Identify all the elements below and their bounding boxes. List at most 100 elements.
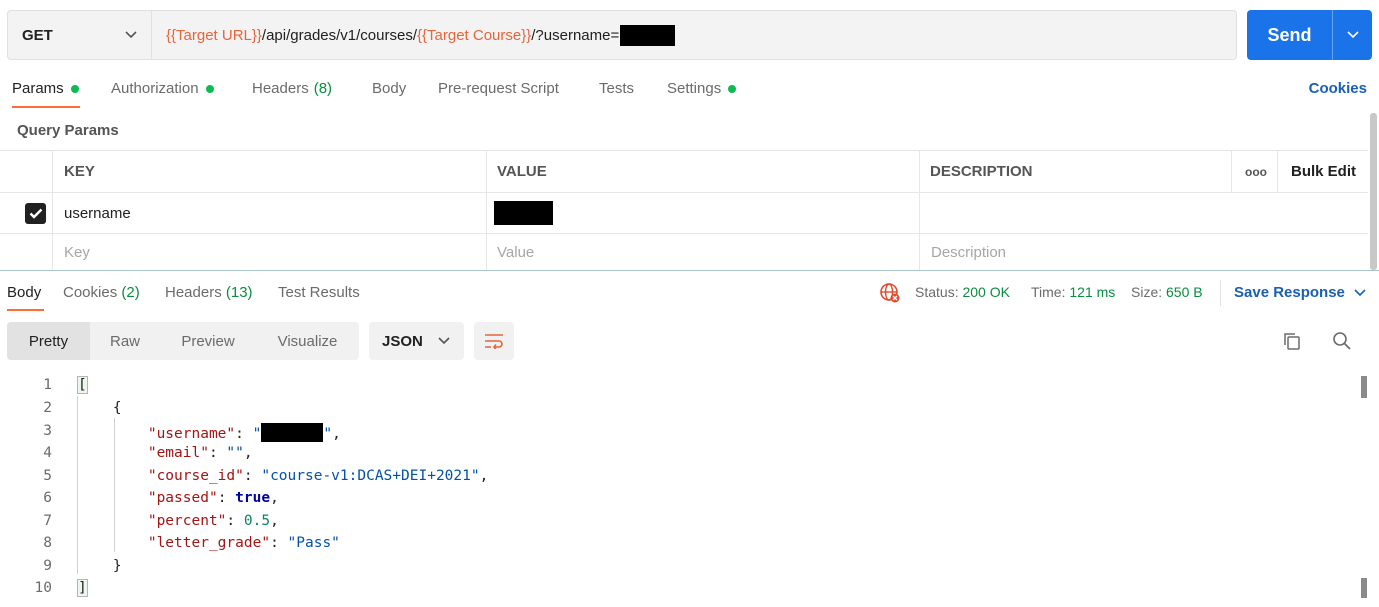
code-line: } xyxy=(78,558,122,574)
column-divider xyxy=(52,150,53,270)
bulk-edit-button[interactable]: Bulk Edit xyxy=(1291,151,1356,192)
tab-params[interactable]: Params xyxy=(12,80,79,97)
chevron-down-icon xyxy=(438,337,450,345)
table-header-row: KEY VALUE DESCRIPTION ooo Bulk Edit xyxy=(0,150,1368,193)
url-input[interactable]: {{Target URL}}/api/grades/v1/courses/{{T… xyxy=(152,11,1236,59)
param-value-cell[interactable] xyxy=(494,193,553,233)
active-tab-indicator xyxy=(7,309,44,311)
request-tabs: Params Authorization Headers (8) Body Pre… xyxy=(0,74,1379,110)
time-value[interactable]: 121 ms xyxy=(1069,284,1115,300)
status-dot-icon xyxy=(205,84,214,93)
globe-error-icon[interactable] xyxy=(879,282,901,304)
more-options-button[interactable]: ooo xyxy=(1245,151,1267,192)
column-divider xyxy=(1231,150,1232,193)
tab-settings[interactable]: Settings xyxy=(667,80,737,97)
checkbox-checked-icon xyxy=(25,202,46,224)
tab-label: Params xyxy=(12,80,64,97)
table-row: username xyxy=(0,193,1368,234)
line-number: 10 xyxy=(34,580,52,596)
send-button-group: Send xyxy=(1247,10,1372,60)
line-number: 5 xyxy=(43,468,52,484)
send-button[interactable]: Send xyxy=(1247,10,1332,60)
send-options-button[interactable] xyxy=(1332,10,1372,60)
tab-authorization[interactable]: Authorization xyxy=(111,80,214,97)
param-key-cell[interactable]: username xyxy=(64,193,131,233)
time-label: Time: xyxy=(1031,284,1066,300)
search-icon[interactable] xyxy=(1332,331,1352,351)
chevron-down-icon xyxy=(125,31,137,39)
format-select[interactable]: JSON xyxy=(369,322,464,360)
response-tab-cookies[interactable]: Cookies (2) xyxy=(63,284,140,301)
column-divider xyxy=(1277,150,1278,193)
response-time: Time: 121 ms xyxy=(1031,284,1115,300)
chevron-down-icon xyxy=(1346,31,1359,39)
params-scrollbar[interactable] xyxy=(1370,113,1377,270)
param-description-cell[interactable] xyxy=(920,193,1368,233)
table-row-new: Key Value Description xyxy=(0,234,1368,270)
tab-headers[interactable]: Headers (8) xyxy=(252,80,332,97)
redacted-block xyxy=(494,201,553,225)
line-number: 3 xyxy=(43,423,52,439)
view-mode-visualize[interactable]: Visualize xyxy=(256,322,359,360)
json-key: "email" xyxy=(147,445,209,461)
json-key: "letter_grade" xyxy=(147,535,271,551)
response-tab-test-results[interactable]: Test Results xyxy=(278,284,360,301)
redacted-block xyxy=(261,423,324,442)
line-number: 6 xyxy=(43,490,52,506)
response-size: Size: 650 B xyxy=(1131,284,1203,300)
json-value: 0.5 xyxy=(243,513,271,529)
tab-count: (2) xyxy=(121,284,140,301)
view-mode-toggle: Pretty Raw Preview Visualize xyxy=(7,322,359,360)
new-value-input[interactable]: Value xyxy=(497,234,534,270)
tab-label: Body xyxy=(372,80,407,97)
url-variable-target-url: {{Target URL}} xyxy=(166,26,262,44)
tab-tests[interactable]: Tests xyxy=(599,80,634,97)
format-label: JSON xyxy=(382,332,423,350)
copy-icon[interactable] xyxy=(1282,331,1302,351)
code-line: "course_id": "course-v1:DCAS+DEI+2021", xyxy=(147,468,489,484)
editor-scrollbar-marker[interactable] xyxy=(1361,376,1367,398)
status-label: Status: xyxy=(915,284,959,300)
cookies-link[interactable]: Cookies xyxy=(1309,80,1367,97)
tab-label: Headers xyxy=(252,80,309,97)
json-value: "" xyxy=(226,445,244,461)
tab-pre-request-script[interactable]: Pre-request Script xyxy=(438,80,559,97)
tab-body[interactable]: Body xyxy=(372,80,406,97)
tab-label: Headers xyxy=(165,284,222,301)
code-line: "letter_grade": "Pass" xyxy=(147,535,340,551)
response-tab-headers[interactable]: Headers (13) xyxy=(165,284,253,301)
param-enabled-checkbox[interactable] xyxy=(25,193,46,233)
code-line: "percent": 0.5, xyxy=(147,513,279,529)
active-tab-indicator xyxy=(12,106,80,108)
size-label: Size: xyxy=(1131,284,1163,300)
pane-divider[interactable] xyxy=(0,270,1379,271)
new-description-input[interactable]: Description xyxy=(931,234,1006,270)
response-tab-body[interactable]: Body xyxy=(7,284,41,301)
tab-label: Settings xyxy=(667,80,722,97)
status-dot-icon xyxy=(728,84,737,93)
json-key: "passed" xyxy=(147,490,218,506)
json-key: "username" xyxy=(147,426,236,442)
line-number: 2 xyxy=(43,400,52,416)
json-key: "course_id" xyxy=(147,468,244,484)
column-header-value: VALUE xyxy=(497,163,547,180)
json-value: true xyxy=(235,490,271,506)
column-divider xyxy=(486,150,487,270)
status-dot-icon xyxy=(70,84,79,93)
tab-label: Pre-request Script xyxy=(438,80,559,97)
code-line: ] xyxy=(77,579,88,597)
view-mode-pretty[interactable]: Pretty xyxy=(7,322,90,360)
view-mode-raw[interactable]: Raw xyxy=(90,322,160,360)
url-path: /api/grades/v1/courses/ xyxy=(261,26,417,44)
status-value[interactable]: 200 OK xyxy=(962,284,1009,300)
save-response-button[interactable]: Save Response xyxy=(1234,284,1366,301)
line-number: 1 xyxy=(43,377,52,393)
editor-scrollbar-marker[interactable] xyxy=(1361,578,1367,598)
word-wrap-button[interactable] xyxy=(474,322,514,360)
new-key-input[interactable]: Key xyxy=(64,234,90,270)
view-mode-preview[interactable]: Preview xyxy=(160,322,256,360)
tab-count: (13) xyxy=(225,284,253,301)
size-value[interactable]: 650 B xyxy=(1166,284,1203,300)
method-select[interactable]: GET xyxy=(8,11,152,59)
line-number: 8 xyxy=(43,535,52,551)
